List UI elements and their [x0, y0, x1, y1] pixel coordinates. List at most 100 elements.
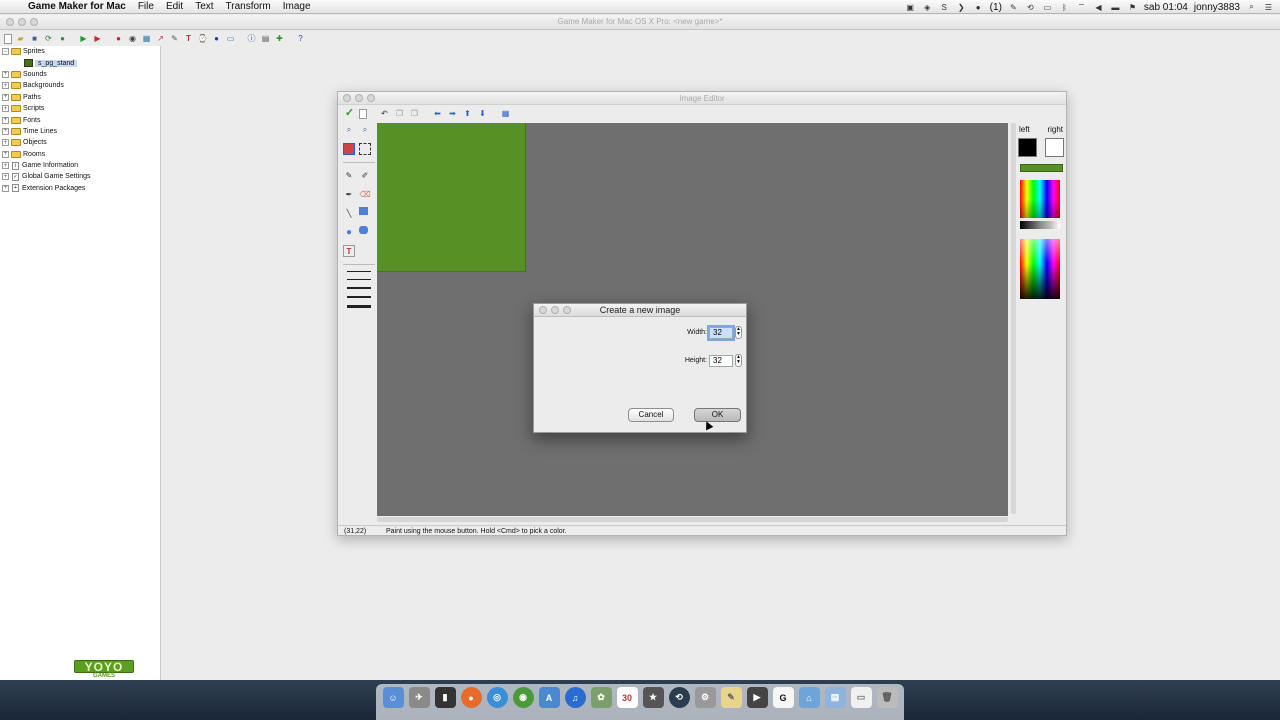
time-machine-icon[interactable]: ⟲ [1025, 3, 1036, 12]
sprite-image[interactable] [377, 123, 526, 272]
expand-icon[interactable]: + [2, 127, 9, 135]
bluetooth-icon[interactable]: ᛒ [1059, 3, 1070, 12]
line-width-2[interactable] [347, 279, 371, 280]
firefox-icon[interactable]: ● [460, 687, 482, 708]
tree-sprites[interactable]: − Sprites [0, 46, 160, 57]
battery-icon[interactable]: ▬ [1110, 3, 1121, 12]
line-width-3[interactable] [347, 287, 371, 289]
tree-game-information[interactable]: + i Game Information [0, 160, 160, 171]
confirm-checkmark-icon[interactable]: ✓ [344, 108, 355, 119]
arrow-icon[interactable]: ❯ [956, 3, 967, 12]
expand-icon[interactable]: + [2, 173, 9, 181]
tree-rooms[interactable]: + Rooms [0, 149, 160, 160]
right-color-swatch[interactable] [1045, 138, 1064, 157]
expand-icon[interactable]: + [2, 150, 9, 158]
tree-global-settings[interactable]: + ✓ Global Game Settings [0, 171, 160, 182]
copy-icon[interactable]: ❐ [394, 108, 405, 119]
menu-edit[interactable]: Edit [166, 1, 183, 12]
expand-icon[interactable]: + [2, 70, 9, 78]
left-color-swatch[interactable] [1018, 138, 1037, 157]
paste-icon[interactable]: ❐ [409, 108, 420, 119]
horizontal-scrollbar[interactable] [377, 517, 1008, 522]
undo-icon[interactable]: ↶ [379, 108, 390, 119]
refresh-icon[interactable]: ⟳ [43, 34, 54, 45]
close-window-button[interactable] [343, 94, 351, 102]
shift-left-icon[interactable]: ⬅ [432, 108, 443, 119]
downloads-folder-icon[interactable]: ▤ [824, 687, 846, 708]
add-room-icon[interactable]: ▭ [225, 34, 236, 45]
app-store-icon[interactable]: A [538, 687, 560, 708]
open-folder-icon[interactable]: ▰ [15, 34, 26, 45]
expand-icon[interactable]: + [2, 93, 9, 101]
add-timeline-icon[interactable]: ⌚ [197, 34, 208, 45]
menu-transform[interactable]: Transform [226, 1, 271, 12]
user-folder-icon[interactable]: ⌂ [798, 687, 820, 708]
safari-icon[interactable]: ◎ [486, 687, 508, 708]
itunes-icon[interactable]: ♫ [564, 687, 586, 708]
shift-up-icon[interactable]: ⬆ [462, 108, 473, 119]
launchpad-icon[interactable]: ✈ [408, 687, 430, 708]
spray-icon[interactable]: ✐ [359, 169, 371, 181]
pencil-icon[interactable]: ✎ [343, 169, 355, 181]
height-input[interactable] [709, 354, 733, 367]
help-icon[interactable]: ? [295, 34, 306, 45]
line-width-4[interactable] [347, 296, 371, 298]
volume-icon[interactable]: ◀ [1093, 3, 1104, 12]
rectangle-icon[interactable] [359, 207, 368, 215]
monitor-icon[interactable]: ▭ [1042, 3, 1053, 12]
tree-sprite-item[interactable]: s_pg_stand [0, 57, 160, 68]
expand-icon[interactable]: + [2, 162, 9, 170]
expand-icon[interactable]: + [2, 139, 9, 147]
chrome-icon[interactable]: ◉ [512, 687, 534, 708]
notification-count[interactable]: (1) [990, 2, 1002, 13]
line-icon[interactable]: ╲ [343, 207, 355, 219]
extensions-icon[interactable]: ✚ [274, 34, 285, 45]
spotlight-icon[interactable]: ⌕ [1246, 2, 1257, 12]
select-region-icon[interactable] [343, 143, 355, 155]
tree-fonts[interactable]: + Fonts [0, 114, 160, 125]
zoom-dialog-button[interactable] [563, 306, 571, 314]
calendar-icon[interactable]: 30 [616, 687, 638, 708]
new-image-icon[interactable] [359, 108, 367, 119]
terminal-icon[interactable]: ▮ [434, 687, 456, 708]
collapse-icon[interactable]: − [2, 48, 9, 56]
iphoto-icon[interactable]: ✿ [590, 687, 612, 708]
user-name[interactable]: jonny3883 [1194, 2, 1240, 13]
cancel-button[interactable]: Cancel [628, 408, 674, 422]
clapperboard-icon[interactable]: ▶ [746, 687, 768, 708]
select-rect-icon[interactable] [359, 143, 371, 155]
tree-sounds[interactable]: + Sounds [0, 69, 160, 80]
wifi-icon[interactable]: ⌔ [1076, 2, 1087, 12]
rounded-rect-icon[interactable] [359, 226, 368, 234]
expand-icon[interactable]: + [2, 105, 9, 113]
color-grid[interactable] [1020, 180, 1060, 218]
globe-icon[interactable]: ● [57, 34, 68, 45]
account-icon[interactable]: ● [973, 3, 984, 12]
trash-icon[interactable]: 🗑 [876, 687, 898, 708]
add-object-icon[interactable]: ● [211, 34, 222, 45]
text-tool-icon[interactable]: T [343, 245, 355, 257]
eyedropper-icon[interactable]: ✒ [343, 188, 355, 200]
add-sound-icon[interactable]: ◉ [127, 34, 138, 45]
screen-icon[interactable]: ▣ [905, 3, 916, 12]
add-sprite-icon[interactable]: ● [113, 34, 124, 45]
color-spectrum[interactable] [1020, 239, 1060, 299]
expand-icon[interactable]: + [2, 184, 9, 192]
minimize-dialog-button[interactable] [551, 306, 559, 314]
tree-extension-packages[interactable]: + + Extension Packages [0, 183, 160, 194]
zoom-window-button[interactable] [367, 94, 375, 102]
expand-icon[interactable] [15, 59, 22, 67]
time-machine-dock-icon[interactable]: ⟲ [668, 687, 690, 708]
app-menu[interactable]: Game Maker for Mac [28, 1, 126, 12]
grayscale-strip[interactable] [1020, 221, 1060, 229]
skype-icon[interactable]: S [939, 3, 950, 12]
game-maker-icon[interactable]: G [772, 687, 794, 708]
expand-icon[interactable]: + [2, 82, 9, 90]
notes-icon[interactable]: ✎ [720, 687, 742, 708]
zoom-out-icon[interactable]: ⌕ [359, 124, 371, 136]
eraser-icon[interactable]: ⌫ [359, 188, 371, 200]
system-preferences-icon[interactable]: ⚙ [694, 687, 716, 708]
add-path-icon[interactable]: ↗ [155, 34, 166, 45]
shift-right-icon[interactable]: ➡ [447, 108, 458, 119]
run-icon[interactable]: ▶ [78, 34, 89, 45]
